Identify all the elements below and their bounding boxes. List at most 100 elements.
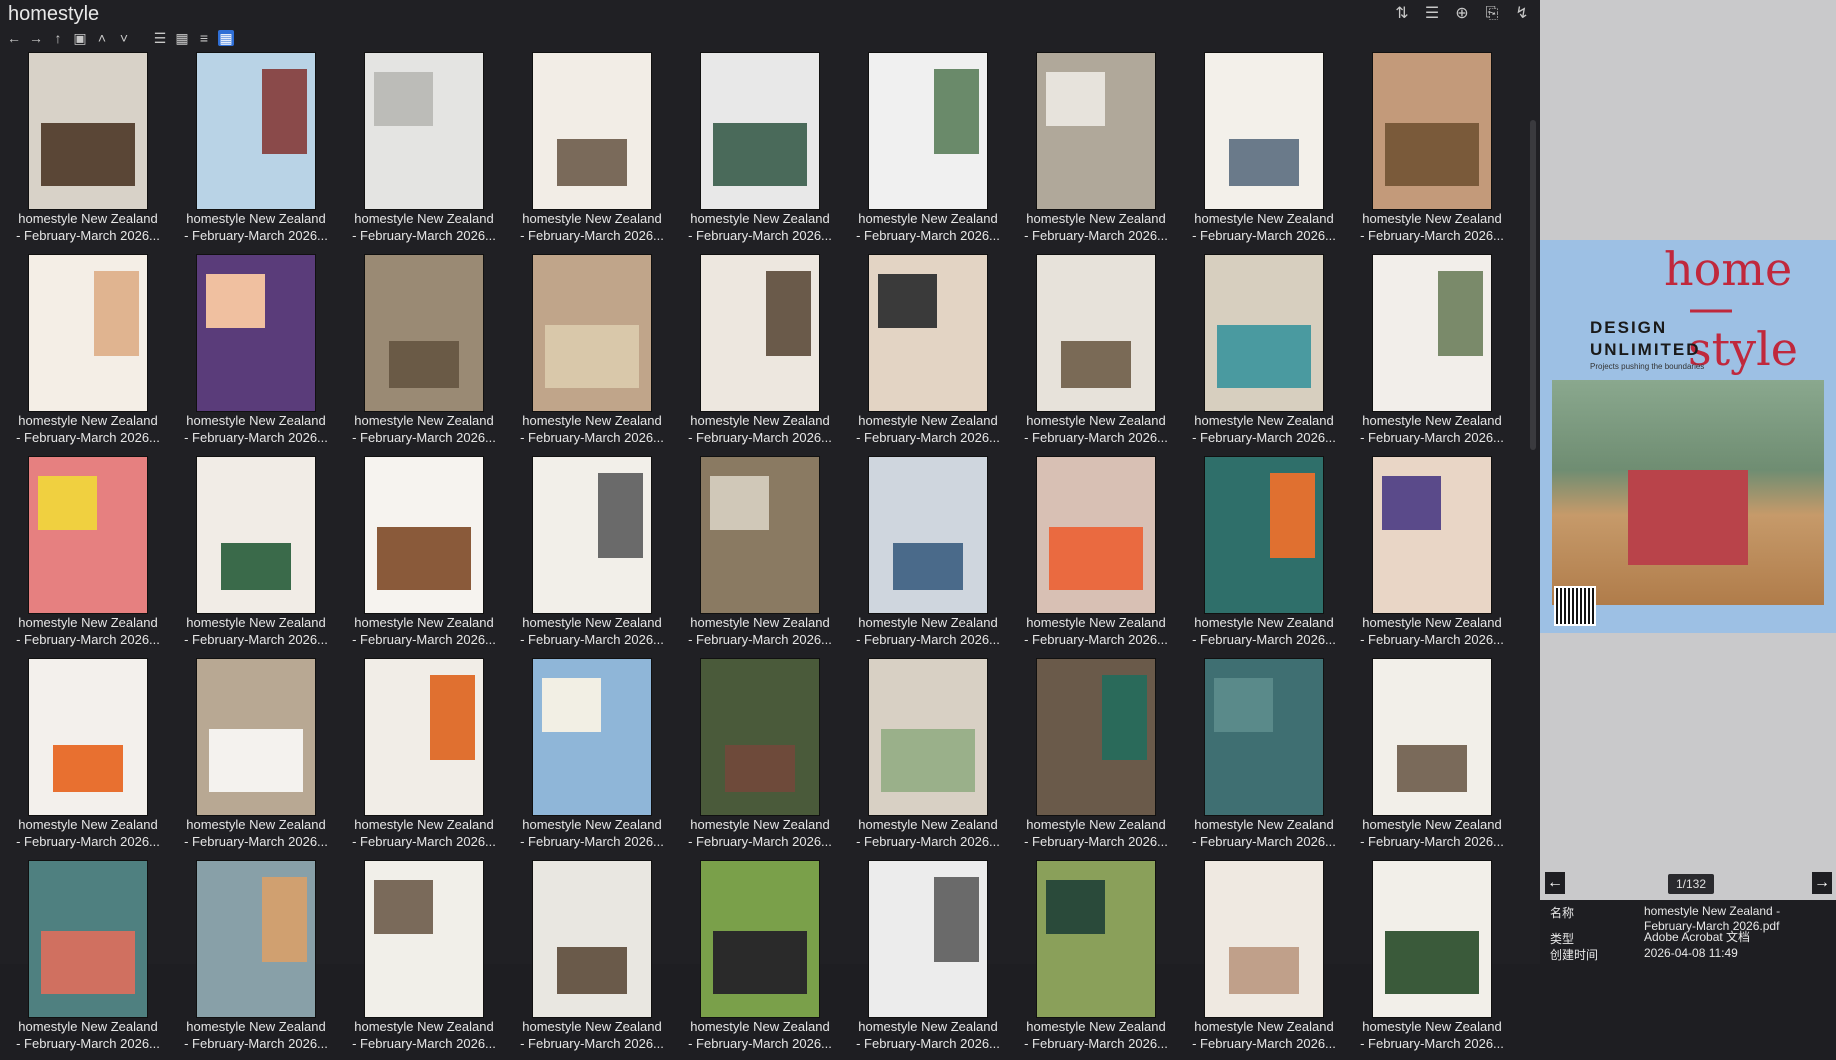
tree-view-icon[interactable]: ≡ [196,30,212,46]
page-thumbnail[interactable] [1036,658,1156,816]
page-thumbnail[interactable] [532,52,652,210]
grid-item[interactable]: homestyle New Zealand - February-March 20… [672,656,840,858]
page-thumbnail[interactable] [532,860,652,1018]
grid-item[interactable]: homestyle New Zealand - February-March 20… [1176,858,1344,1060]
page-thumbnail[interactable] [28,456,148,614]
grid-item[interactable]: homestyle New Zealand - February-March 20… [1176,50,1344,252]
page-thumbnail[interactable] [1204,860,1324,1018]
grid-item[interactable]: homestyle New Zealand - February-March 20… [336,252,504,454]
grid-item[interactable]: homestyle New Zealand - February-March 20… [1008,252,1176,454]
grid-item[interactable]: homestyle New Zealand - February-March 20… [168,50,336,252]
list-options-icon[interactable]: ☰ [1422,4,1442,24]
grid-item[interactable]: homestyle New Zealand - February-March 20… [0,50,168,252]
page-thumbnail[interactable] [700,860,820,1018]
page-thumbnail[interactable] [700,254,820,412]
page-thumbnail[interactable] [364,52,484,210]
page-thumbnail[interactable] [868,254,988,412]
page-thumbnail[interactable] [1204,456,1324,614]
prev-page-button[interactable]: ← [1545,872,1565,894]
page-thumbnail[interactable] [1204,254,1324,412]
grid-item[interactable]: homestyle New Zealand - February-March 20… [1176,252,1344,454]
clipboard-icon[interactable]: ⎘ [1482,4,1502,24]
page-thumbnail[interactable] [868,456,988,614]
grid-item[interactable]: homestyle New Zealand - February-March 20… [1344,454,1512,656]
grid-item[interactable]: homestyle New Zealand - February-March 20… [168,858,336,1060]
grid-item[interactable]: homestyle New Zealand - February-March 20… [1008,656,1176,858]
page-thumbnail[interactable] [28,52,148,210]
grid-item[interactable]: homestyle New Zealand - February-March 20… [840,252,1008,454]
grid-item[interactable]: homestyle New Zealand - February-March 20… [504,454,672,656]
grid-item[interactable]: homestyle New Zealand - February-March 20… [1344,252,1512,454]
grid-item[interactable]: homestyle New Zealand - February-March 20… [672,252,840,454]
page-thumbnail[interactable] [196,456,316,614]
grid-item[interactable]: homestyle New Zealand - February-March 20… [0,252,168,454]
page-thumbnail[interactable] [1204,658,1324,816]
grid-item[interactable]: homestyle New Zealand - February-March 20… [336,656,504,858]
grid-item[interactable]: homestyle New Zealand - February-March 20… [504,656,672,858]
grid-item[interactable]: homestyle New Zealand - February-March 20… [336,454,504,656]
back-arrow-icon[interactable]: ← [6,30,22,46]
bolt-icon[interactable]: ↯ [1512,4,1532,24]
grid-item[interactable]: homestyle New Zealand - February-March 20… [504,50,672,252]
page-thumbnail[interactable] [1204,52,1324,210]
page-thumbnail[interactable] [1372,52,1492,210]
add-icon[interactable]: ⊕ [1452,4,1472,24]
grid-view-icon[interactable]: ▦ [218,30,234,46]
page-thumbnail[interactable] [28,254,148,412]
page-thumbnail[interactable] [364,658,484,816]
page-thumbnail[interactable] [196,860,316,1018]
page-thumbnail[interactable] [196,254,316,412]
sort-icon[interactable]: ⇅ [1392,4,1412,24]
next-page-button[interactable]: → [1812,872,1832,894]
page-thumbnail[interactable] [1372,456,1492,614]
forward-arrow-icon[interactable]: → [28,30,44,46]
grid-item[interactable]: homestyle New Zealand - February-March 20… [336,50,504,252]
grid-item[interactable]: homestyle New Zealand - February-March 20… [1008,858,1176,1060]
page-thumbnail[interactable] [1036,456,1156,614]
grid-item[interactable]: homestyle New Zealand - February-March 20… [1008,454,1176,656]
page-thumbnail[interactable] [1036,860,1156,1018]
grid-item[interactable]: homestyle New Zealand - February-March 20… [1344,858,1512,1060]
page-thumbnail[interactable] [532,658,652,816]
grid-item[interactable]: homestyle New Zealand - February-March 20… [1008,50,1176,252]
page-thumbnail[interactable] [364,860,484,1018]
list-view-icon[interactable]: ☰ [152,30,168,46]
grid-item[interactable]: homestyle New Zealand - February-March 20… [0,656,168,858]
page-thumbnail[interactable] [700,456,820,614]
cover-preview[interactable]: home —style DESIGN UNLIMITED Projects pu… [1540,240,1836,633]
crop-icon[interactable]: ▣ [72,30,88,46]
chevron-up-icon[interactable]: ˄ [94,30,110,46]
page-thumbnail[interactable] [196,658,316,816]
grid-item[interactable]: homestyle New Zealand - February-March 20… [840,858,1008,1060]
page-thumbnail[interactable] [1036,52,1156,210]
page-thumbnail[interactable] [868,860,988,1018]
page-thumbnail[interactable] [364,254,484,412]
grid-item[interactable]: homestyle New Zealand - February-March 20… [0,454,168,656]
grid-item[interactable]: homestyle New Zealand - February-March 20… [1176,454,1344,656]
page-thumbnail[interactable] [700,52,820,210]
grid-item[interactable]: homestyle New Zealand - February-March 20… [672,50,840,252]
grid-item[interactable]: homestyle New Zealand - February-March 20… [840,454,1008,656]
chevron-down-icon[interactable]: ˅ [116,30,132,46]
grid-item[interactable]: homestyle New Zealand - February-March 20… [1344,50,1512,252]
page-thumbnail[interactable] [868,52,988,210]
grid-item[interactable]: homestyle New Zealand - February-March 20… [0,858,168,1060]
page-thumbnail[interactable] [700,658,820,816]
grid-item[interactable]: homestyle New Zealand - February-March 20… [672,858,840,1060]
page-thumbnail[interactable] [28,860,148,1018]
page-thumbnail[interactable] [532,456,652,614]
page-thumbnail[interactable] [868,658,988,816]
grid-item[interactable]: homestyle New Zealand - February-March 20… [504,252,672,454]
page-thumbnail[interactable] [1036,254,1156,412]
grid-item[interactable]: homestyle New Zealand - February-March 20… [336,858,504,1060]
grid-item[interactable]: homestyle New Zealand - February-March 20… [840,656,1008,858]
grid-item[interactable]: homestyle New Zealand - February-March 20… [168,252,336,454]
grid-item[interactable]: homestyle New Zealand - February-March 20… [672,454,840,656]
page-thumbnail[interactable] [364,456,484,614]
scrollbar[interactable] [1530,120,1536,450]
page-thumbnail[interactable] [196,52,316,210]
up-arrow-icon[interactable]: ↑ [50,30,66,46]
page-thumbnail[interactable] [28,658,148,816]
page-thumbnail[interactable] [1372,254,1492,412]
page-thumbnail[interactable] [1372,658,1492,816]
